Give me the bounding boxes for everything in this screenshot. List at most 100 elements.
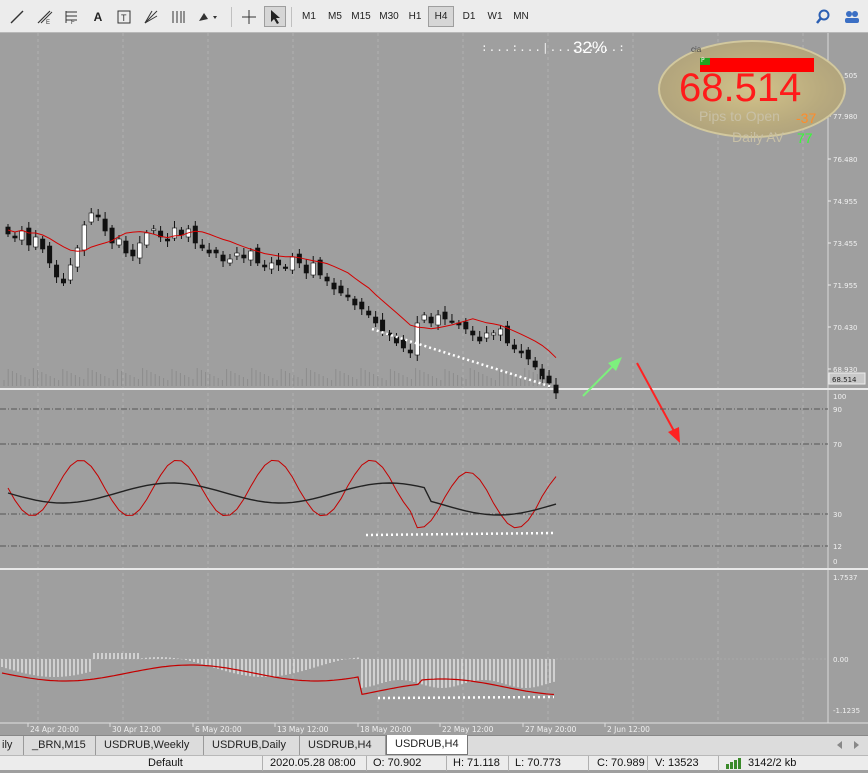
down-arrow-line	[636, 362, 675, 432]
candle-body	[276, 259, 282, 266]
progress-percent: 32%	[573, 38, 608, 57]
text-icon[interactable]: A	[87, 6, 109, 27]
candle-body	[282, 266, 288, 269]
candle-body	[26, 227, 32, 246]
candle-body	[352, 298, 358, 306]
tab-chart-5[interactable]: USDRUB,H4	[300, 736, 386, 755]
tab-chart-6[interactable]: USDRUB,H4	[386, 735, 468, 755]
price-tag-label: 68.514	[832, 376, 857, 384]
candle-body	[359, 301, 365, 310]
price-axis-label: 77.980	[833, 113, 858, 121]
tab-chart-3[interactable]: USDRUB,Weekly	[96, 736, 204, 755]
connection-icon	[725, 756, 745, 773]
price-axis-label: 73.455	[833, 240, 858, 248]
current-price: 68.514	[679, 66, 802, 110]
timeframe-h4-button[interactable]: H4	[428, 6, 454, 27]
candle-body	[407, 349, 413, 354]
pips-label: Pips to Open	[699, 108, 780, 124]
time-axis-label: 27 May 20:00	[525, 725, 577, 734]
shapes-dropdown[interactable]	[194, 6, 224, 27]
candle-body	[262, 264, 268, 268]
chart-tabs: ily _BRN,M15 USDRUB,Weekly USDRUB,Daily …	[0, 735, 868, 755]
tab-chart-2[interactable]: _BRN,M15	[24, 736, 96, 755]
candle-body	[511, 344, 517, 350]
candle-body	[95, 214, 101, 218]
candle-body	[241, 254, 247, 259]
cursor-icon[interactable]	[264, 6, 286, 27]
candle-body	[67, 264, 73, 281]
candle-body	[54, 264, 60, 278]
candle-body	[199, 244, 205, 249]
timeframe-m30-button[interactable]: M30	[376, 6, 402, 27]
candle-body	[40, 238, 46, 250]
candle-body	[116, 238, 122, 246]
crosshair-icon[interactable]	[238, 6, 260, 27]
time-axis-label: 18 May 20:00	[360, 725, 412, 734]
tab-scroll-right-icon[interactable]	[850, 739, 864, 751]
time-axis-label: 24 Apr 20:00	[30, 725, 79, 734]
line-tool-icon[interactable]	[6, 6, 28, 27]
status-bar: Default 2020.05.28 08:00 O: 70.902 H: 71…	[0, 755, 868, 773]
candle-body	[192, 225, 198, 244]
tab-chart-4[interactable]: USDRUB,Daily	[204, 736, 300, 755]
candle-body	[546, 375, 552, 384]
fib-expansion-icon[interactable]: E	[34, 6, 56, 27]
candle-body	[449, 320, 455, 323]
candle-body	[289, 256, 295, 271]
candle-body	[269, 262, 275, 270]
timeframe-mn-button[interactable]: MN	[508, 6, 534, 27]
candle-body	[178, 229, 184, 236]
time-axis-label: 2 Jun 12:00	[607, 725, 650, 734]
timeframe-h1-button[interactable]: H1	[402, 6, 428, 27]
rsi-level-label: 70	[833, 441, 842, 449]
timeframe-m5-button[interactable]: M5	[322, 6, 348, 27]
candle-body	[518, 350, 524, 354]
candle-body	[484, 332, 490, 339]
search-icon[interactable]	[812, 6, 834, 27]
rsi-level-label: 30	[833, 511, 842, 519]
candle-body	[12, 235, 18, 239]
fib-lines-icon[interactable]	[167, 6, 189, 27]
candle-body	[19, 230, 25, 241]
candle-body	[81, 224, 87, 251]
daily-av-label: Daily AV	[732, 129, 784, 145]
candle-body	[137, 242, 143, 259]
candle-body	[435, 314, 441, 326]
candle-body	[366, 310, 372, 316]
candle-body	[206, 249, 212, 254]
candle-body	[213, 249, 219, 254]
macd-level-label: 1.7537	[833, 574, 858, 582]
widget-label: cia	[691, 45, 702, 54]
macd-level-label: 0.00	[833, 656, 849, 664]
candle-body	[532, 360, 538, 368]
rsi-level-label: 100	[833, 393, 846, 401]
tab-chart-1[interactable]: ily	[0, 736, 24, 755]
tab-scroll-left-icon[interactable]	[832, 739, 846, 751]
status-close: C: 70.989	[597, 757, 645, 769]
pips-value: -37	[796, 110, 817, 126]
candle-body	[165, 238, 171, 242]
rsi-slow-line	[7, 482, 557, 516]
candle-body	[498, 328, 504, 336]
candle-body	[33, 236, 39, 248]
fan-icon[interactable]	[140, 6, 162, 27]
community-icon[interactable]	[842, 6, 862, 27]
price-axis-label: 74.955	[833, 198, 858, 206]
price-axis-label: 71.955	[833, 282, 858, 290]
candle-body	[310, 262, 316, 276]
rsi-level-label: 0	[833, 558, 837, 566]
candle-body	[380, 319, 386, 332]
daily-av-value: 77	[797, 130, 813, 146]
text-label-icon[interactable]: T	[113, 6, 135, 27]
down-arrow-head	[668, 427, 680, 443]
timeframe-m1-button[interactable]: M1	[296, 6, 322, 27]
status-open: O: 70.902	[373, 757, 422, 769]
fib-retracement-icon[interactable]: F	[60, 6, 82, 27]
chart-toolbar: E F A T M1 M5 M15 M30 H1 H4 D1 W1 MN	[0, 0, 868, 33]
timeframe-d1-button[interactable]: D1	[456, 6, 482, 27]
candle-body	[331, 282, 337, 290]
timeframe-w1-button[interactable]: W1	[482, 6, 508, 27]
macd-level-label: -1.1235	[833, 707, 860, 715]
timeframe-m15-button[interactable]: M15	[348, 6, 374, 27]
time-axis-label: 30 Apr 12:00	[112, 725, 161, 734]
